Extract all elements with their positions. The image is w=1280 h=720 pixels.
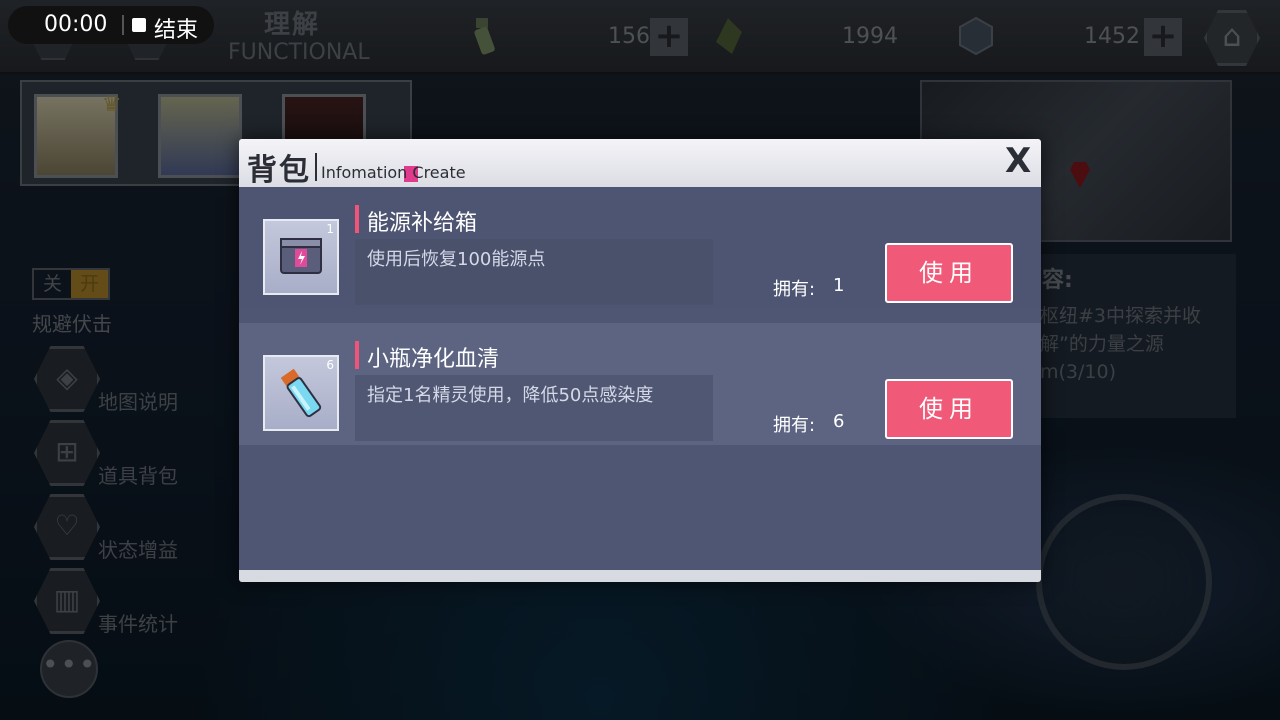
owned-label: 拥有:: [773, 415, 816, 436]
modal-header: 背包 Infomation Create X: [239, 139, 1041, 188]
modal-subtitle: Infomation Create: [321, 163, 466, 182]
item-name: 能源补给箱: [367, 211, 478, 236]
modal-footer: [239, 570, 1041, 582]
owned-count: 6: [833, 411, 845, 432]
use-item-button[interactable]: 使用: [885, 243, 1013, 303]
inventory-item-row[interactable]: 1 能源补给箱 使用后恢复100能源点 拥有: 1 使用: [239, 187, 1041, 309]
item-description: 指定1名精灵使用，降低50点感染度: [367, 385, 654, 406]
item-badge-count: 6: [326, 358, 334, 372]
owned-count: 1: [833, 275, 845, 296]
item-name-accent: [355, 341, 359, 369]
use-item-button[interactable]: 使用: [885, 379, 1013, 439]
recording-time: 00:00: [44, 12, 108, 37]
backpack-modal: 背包 Infomation Create X 1 能源补给箱 使用后恢复100能…: [239, 139, 1041, 582]
screen-recording-indicator: 00:00 结束: [8, 6, 214, 44]
serum-vial-icon: 6: [263, 355, 339, 431]
item-description: 使用后恢复100能源点: [367, 249, 546, 270]
owned-label: 拥有:: [773, 279, 816, 300]
close-button[interactable]: X: [1005, 141, 1031, 181]
item-name-accent: [355, 205, 359, 233]
modal-title: 背包: [247, 153, 311, 188]
item-badge-count: 1: [326, 222, 334, 236]
item-name: 小瓶净化血清: [367, 347, 500, 372]
end-recording-button[interactable]: 结束: [154, 12, 198, 44]
title-divider: [315, 153, 317, 181]
stop-icon[interactable]: [132, 18, 146, 32]
energy-box-icon: 1: [263, 219, 339, 295]
recording-divider: [122, 15, 124, 35]
inventory-item-row[interactable]: 6 小瓶净化血清 指定1名精灵使用，降低50点感染度 拥有: 6 使用: [239, 323, 1041, 445]
